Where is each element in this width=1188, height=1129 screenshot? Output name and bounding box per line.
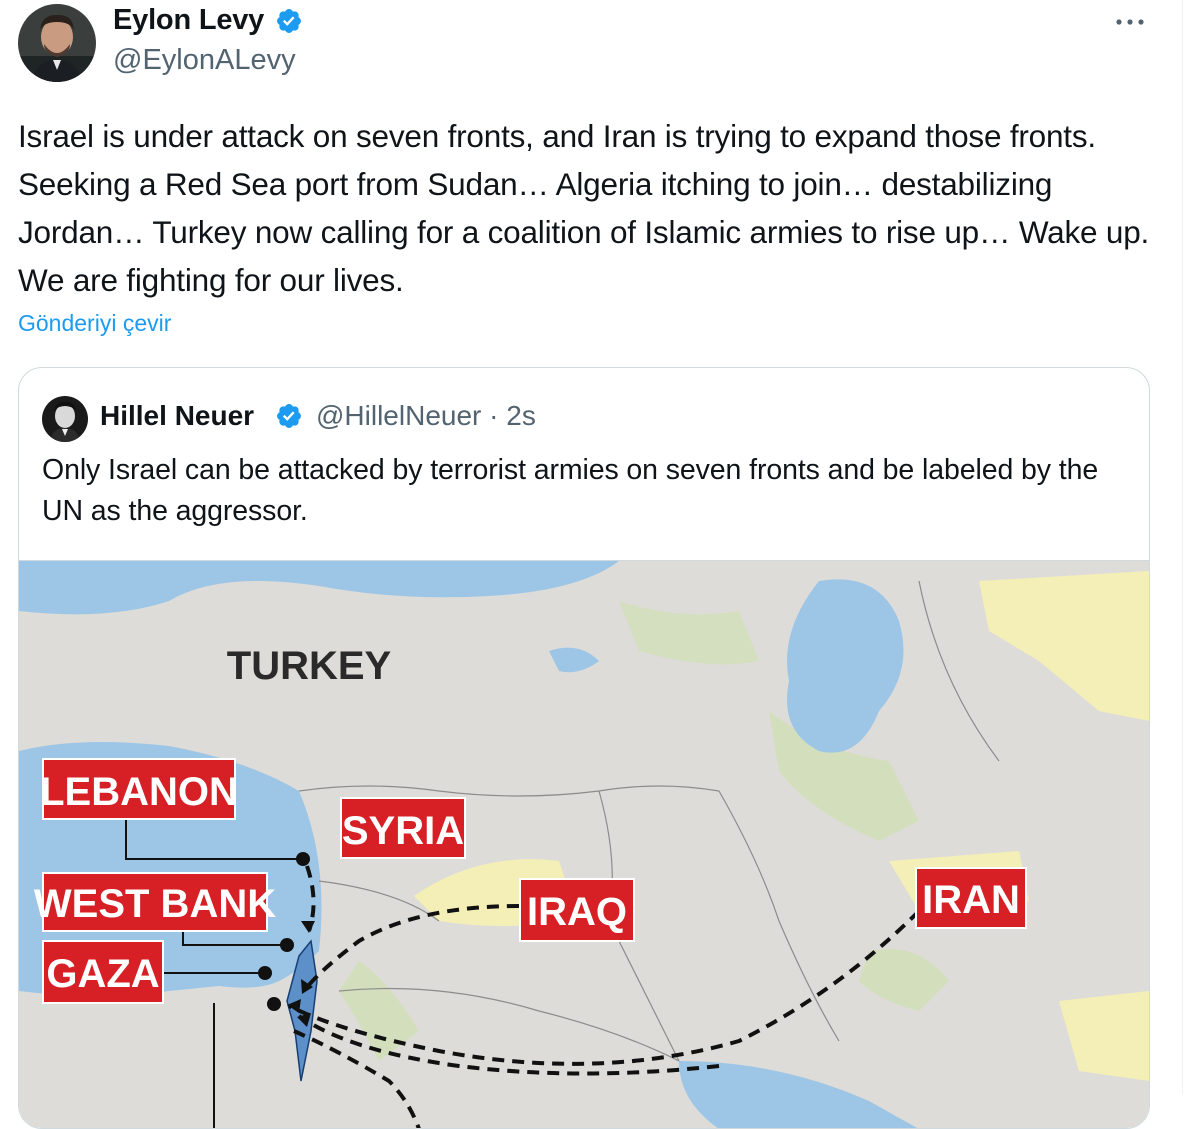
quoted-author-handle-time[interactable]: @HillelNeuer · 2s — [316, 400, 536, 432]
translate-post-link[interactable]: Gönderiyi çevir — [18, 310, 171, 337]
more-icon — [1116, 19, 1144, 25]
author-avatar[interactable] — [18, 4, 96, 82]
map-image[interactable]: TURKEY LEBANON SYRIA WEST BANK IRAQ IRAN… — [19, 560, 1149, 1129]
quoted-author-name[interactable]: Hillel Neuer — [100, 400, 254, 432]
tweet-text: Israel is under attack on seven fronts, … — [18, 118, 1150, 298]
map-label-turkey: TURKEY — [227, 644, 392, 688]
quoted-tweet-text: Only Israel can be attacked by terrorist… — [42, 454, 1099, 527]
quoted-tweet-card[interactable]: Hillel Neuer @HillelNeuer · 2s Only Isra… — [18, 367, 1150, 1129]
map-label-lebanon: LEBANON — [40, 770, 238, 814]
verified-badge-icon — [277, 9, 301, 33]
more-options-button[interactable] — [1108, 8, 1152, 36]
map-label-iraq: IRAQ — [527, 890, 627, 934]
map-label-syria: SYRIA — [342, 809, 464, 853]
verified-badge-icon — [277, 404, 301, 428]
map-label-iran: IRAN — [922, 878, 1020, 922]
author-handle[interactable]: @EylonALevy — [113, 44, 296, 77]
map-label-west-bank: WEST BANK — [34, 882, 276, 926]
quoted-author-avatar[interactable] — [42, 396, 88, 442]
timeline-divider — [1182, 0, 1183, 1094]
map-label-gaza: GAZA — [46, 952, 159, 996]
author-name[interactable]: Eylon Levy — [113, 4, 264, 37]
